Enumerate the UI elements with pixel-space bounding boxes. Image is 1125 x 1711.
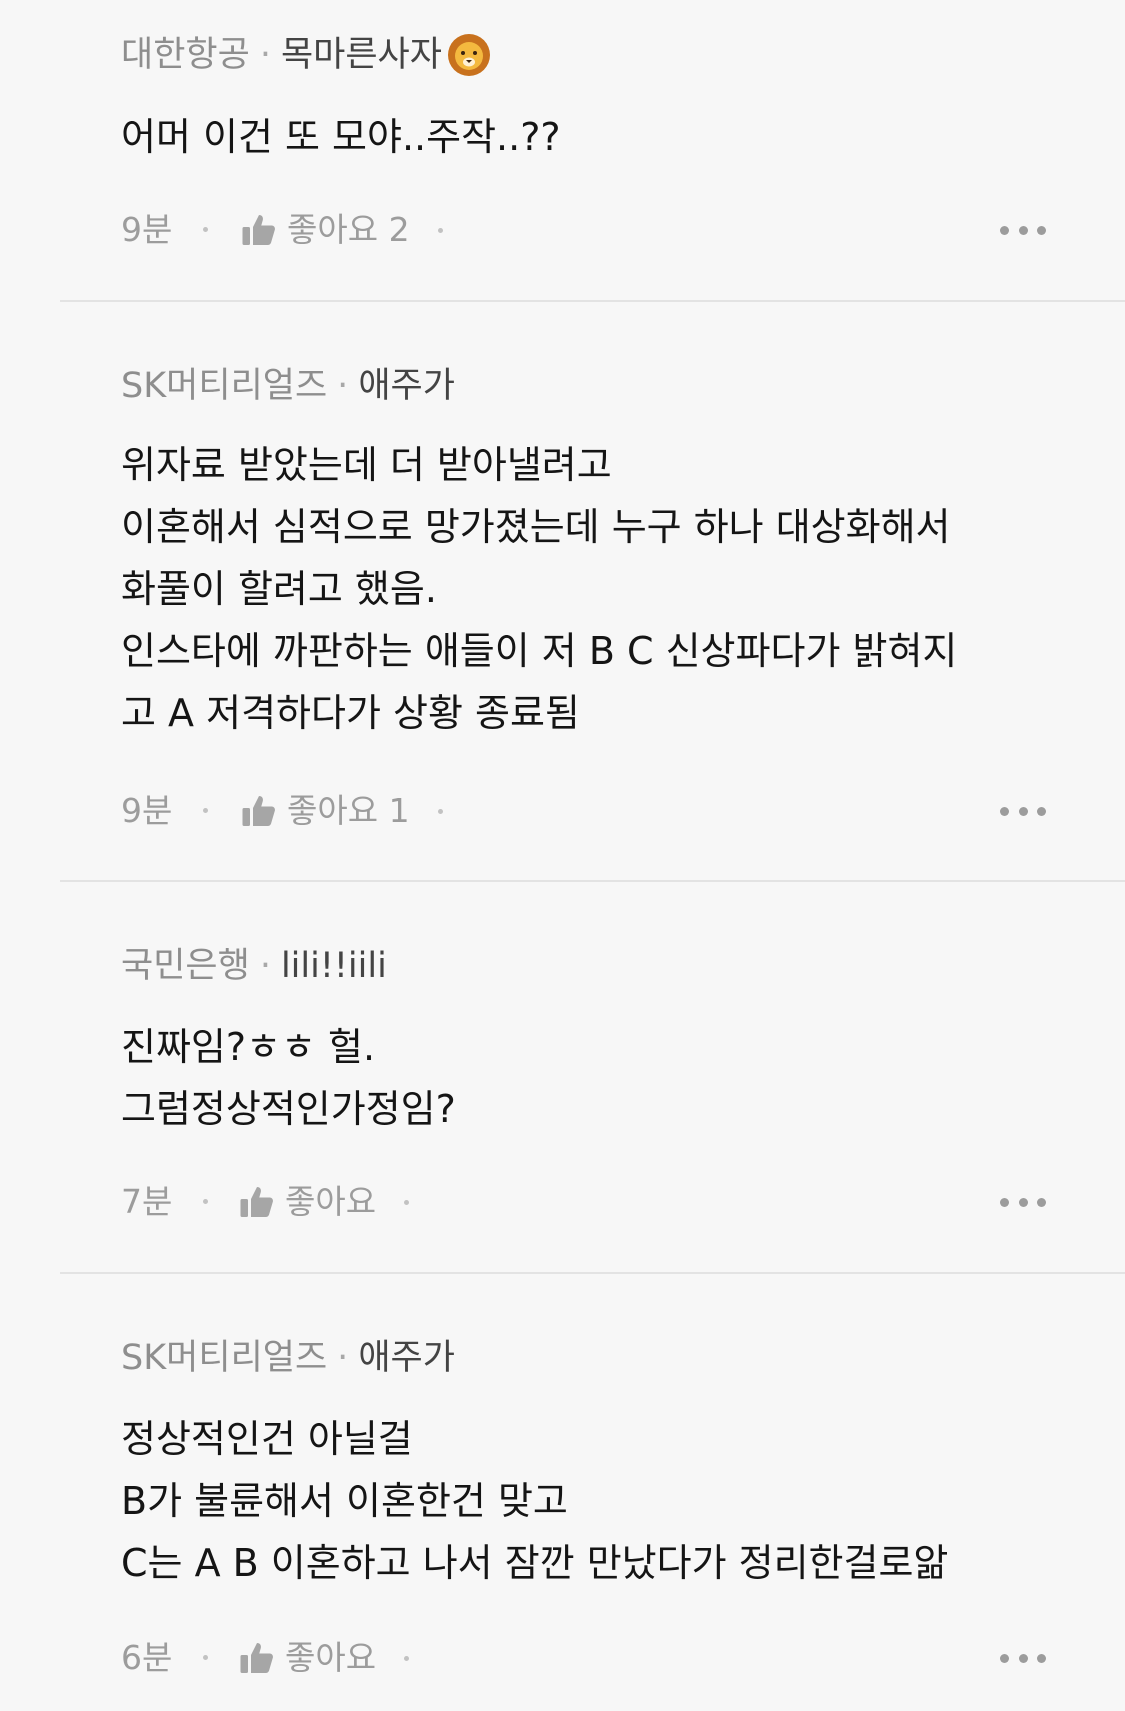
meta-separator: · [337, 1338, 349, 1378]
comment-footer: 9분 좋아요 2 [121, 208, 1046, 252]
more-options-button[interactable] [1000, 1647, 1046, 1669]
more-options-button[interactable] [1000, 800, 1046, 822]
comment-footer: 9분 좋아요 1 [121, 789, 1046, 833]
comment-author[interactable]: SK머티리얼즈 · 애주가 [121, 364, 455, 408]
footer-dot [203, 1199, 208, 1204]
lion-emoji-icon [446, 32, 492, 78]
meta-separator: · [337, 366, 349, 406]
like-count: 좋아요 2 [287, 210, 410, 249]
comment-text: 진짜임?ㅎㅎ 헐. 그럼정상적인가정임? [121, 1025, 456, 1131]
comment-text: 정상적인건 아닐걸 B가 불륜해서 이혼한건 맞고 C는 A B 이혼하고 나서… [121, 1417, 949, 1585]
author-company: SK머티리얼즈 [121, 1338, 328, 1378]
author-nickname: lili!!iili [280, 946, 387, 986]
thumbs-up-icon [242, 215, 275, 245]
more-dots-icon [1000, 806, 1009, 816]
more-options-button[interactable] [1000, 219, 1046, 241]
more-dots-icon [1000, 1197, 1009, 1207]
more-dots-icon [1000, 225, 1009, 235]
thumbs-up-icon [242, 796, 275, 826]
footer-dot [404, 1199, 410, 1205]
like-count: 좋아요 [285, 1638, 377, 1677]
comment-time: 9분 [121, 210, 173, 249]
like-button[interactable]: 좋아요 1 [241, 789, 443, 833]
thumbs-up-icon [240, 1187, 273, 1217]
footer-dot [203, 1655, 208, 1660]
footer-dot [404, 1655, 410, 1661]
author-company: 대한항공 [121, 35, 250, 75]
meta-separator: · [259, 35, 271, 75]
like-button[interactable]: 좋아요 [239, 1636, 410, 1680]
comment-divider [60, 880, 1125, 882]
footer-dot [437, 808, 443, 814]
comment-divider [60, 1272, 1125, 1274]
more-dots-icon [1000, 1653, 1009, 1663]
footer-dot [203, 808, 208, 813]
comment-divider [60, 300, 1125, 302]
comment-text: 어머 이건 또 모야..주작..?? [121, 115, 561, 159]
like-button[interactable]: 좋아요 [239, 1180, 410, 1224]
comment-author[interactable]: 국민은행 · lili!!iili [121, 944, 387, 988]
author-company: SK머티리얼즈 [121, 366, 328, 406]
comment-author[interactable]: SK머티리얼즈 · 애주가 [121, 1336, 455, 1380]
comment-footer: 6분 좋아요 [121, 1636, 1046, 1680]
meta-separator: · [259, 946, 271, 986]
footer-dot [203, 227, 208, 232]
comment-time: 6분 [121, 1638, 173, 1677]
footer-dot [437, 227, 443, 233]
author-nickname: 목마른사자 [280, 35, 442, 75]
thumbs-up-icon [240, 1643, 273, 1673]
comment-text: 위자료 받았는데 더 받아낼려고 이혼해서 심적으로 망가졌는데 누구 하나 대… [121, 443, 958, 735]
comment-time: 7분 [121, 1182, 173, 1221]
author-company: 국민은행 [121, 946, 250, 986]
comment-footer: 7분 좋아요 [121, 1180, 1046, 1224]
comment-author[interactable]: 대한항공 · 목마른사자 [121, 32, 492, 78]
more-options-button[interactable] [1000, 1191, 1046, 1213]
like-button[interactable]: 좋아요 2 [241, 208, 443, 252]
comment-time: 9분 [121, 791, 173, 830]
author-nickname: 애주가 [358, 366, 455, 406]
author-nickname: 애주가 [358, 1338, 455, 1378]
like-count: 좋아요 1 [287, 791, 410, 830]
like-count: 좋아요 [285, 1182, 377, 1221]
